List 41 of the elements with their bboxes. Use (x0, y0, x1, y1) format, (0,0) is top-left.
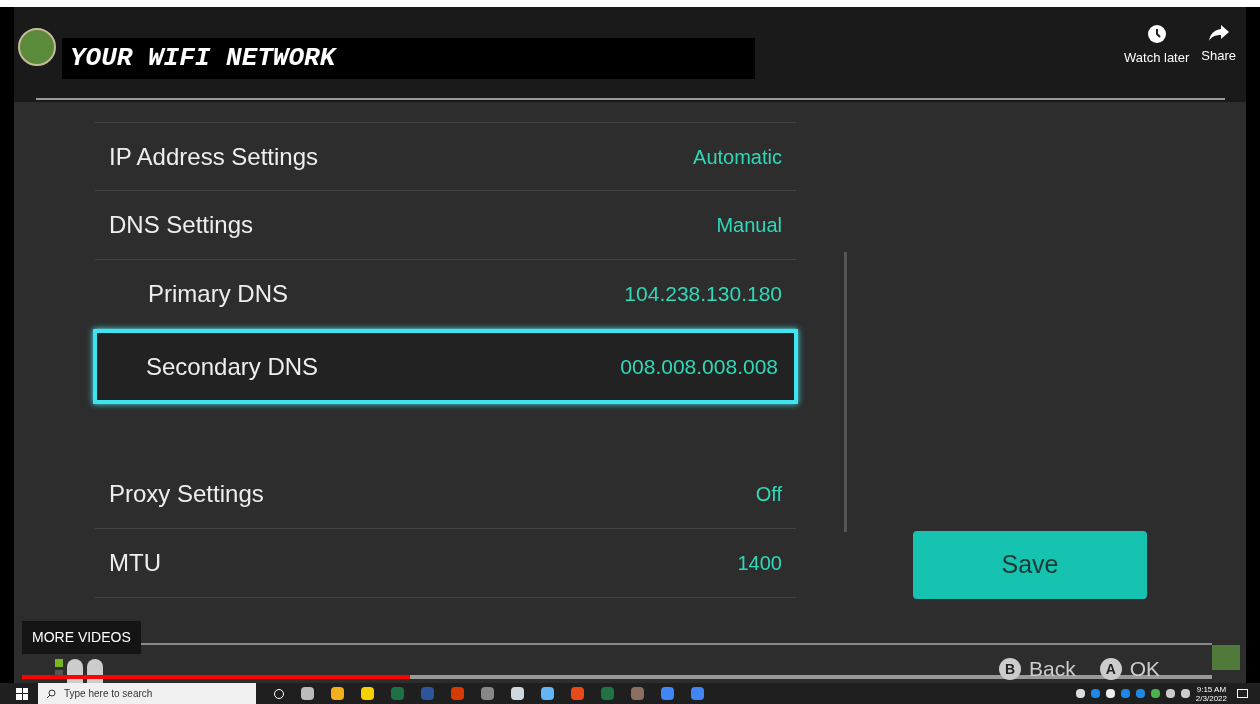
share-button[interactable]: Share (1201, 46, 1236, 66)
taskbar-clock[interactable]: 9:15 AM 2/3/2022 (1195, 684, 1227, 703)
clock-icon[interactable] (1147, 25, 1166, 43)
setting-value: Manual (716, 213, 782, 238)
taskbar-search-field[interactable]: Type here to search (38, 683, 256, 704)
setting-value: 104.238.130.180 (624, 281, 782, 308)
video-progress-bar[interactable] (22, 675, 1212, 679)
settings-row[interactable]: Secondary DNS 008.008.008.008 (93, 329, 798, 404)
setting-label: IP Address Settings (109, 141, 318, 172)
watch-later-button[interactable]: Watch later (1124, 48, 1190, 68)
share-arrow-icon[interactable] (1208, 25, 1229, 41)
search-placeholder: Type here to search (64, 687, 153, 701)
setting-value: 008.008.008.008 (620, 353, 778, 380)
setting-label: Secondary DNS (146, 351, 319, 382)
settings-row[interactable]: MTU 1400 (95, 529, 796, 598)
setting-label: MTU (109, 548, 161, 578)
settings-row[interactable]: IP Address Settings Automatic (95, 122, 796, 191)
settings-row[interactable]: Proxy Settings Off (95, 460, 796, 529)
setting-value: 1400 (737, 551, 782, 576)
settings-row[interactable]: DNS Settings Manual (95, 191, 796, 260)
app-icon[interactable] (451, 687, 464, 700)
controller-key-icon: B (999, 658, 1021, 680)
controller-key-icon: A (1099, 658, 1122, 680)
more-videos-button[interactable]: MORE VIDEOS (22, 621, 141, 654)
app-icon[interactable] (481, 687, 494, 700)
footer-action-label[interactable]: Back (1029, 657, 1076, 681)
setting-label: DNS Settings (109, 210, 254, 240)
app-icon[interactable] (541, 687, 554, 700)
setting-label: Proxy Settings (109, 479, 264, 509)
setting-label: Primary DNS (148, 279, 288, 309)
footer-action-label[interactable]: OK (1129, 657, 1161, 681)
notification-icon[interactable] (1237, 689, 1248, 698)
setting-value: Off (755, 482, 782, 507)
video-title[interactable]: YOUR WIFI NETWORK (62, 38, 755, 79)
setting-value: Automatic (693, 144, 782, 170)
search-icon (46, 688, 56, 699)
app-icon[interactable] (571, 687, 584, 700)
video-thumbnail (1212, 645, 1240, 670)
app-icon[interactable] (511, 687, 524, 700)
save-button[interactable]: Save (913, 531, 1147, 599)
windows-start-icon[interactable] (16, 687, 28, 700)
